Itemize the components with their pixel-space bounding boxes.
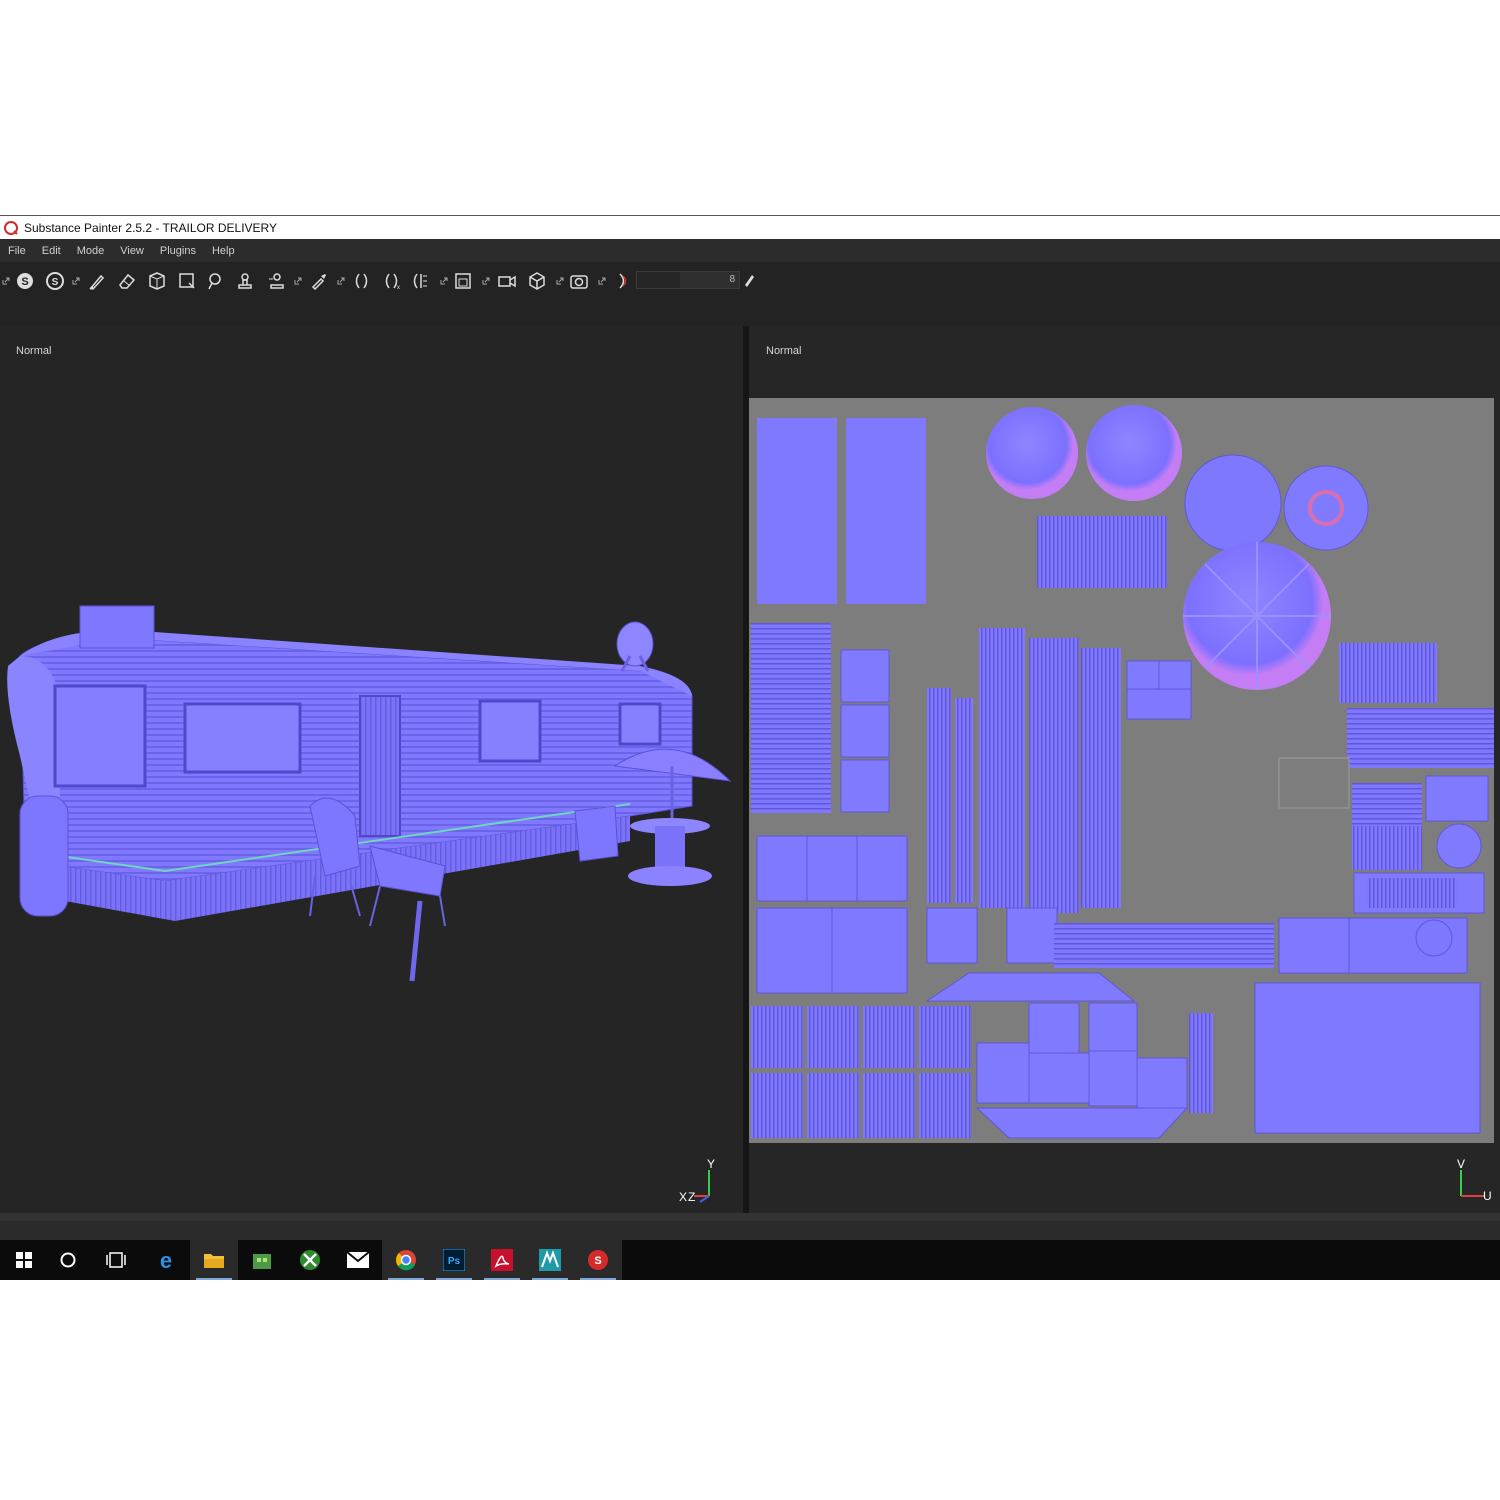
symmetry-x-icon[interactable]: x <box>380 270 402 292</box>
cortana-search-icon[interactable] <box>44 1240 92 1280</box>
projection-icon[interactable] <box>146 270 168 292</box>
brush-size-slider[interactable]: 8 <box>636 271 740 289</box>
task-view-icon[interactable] <box>92 1240 140 1280</box>
undock-icon[interactable] <box>72 272 80 285</box>
svg-text:Ps: Ps <box>448 1256 461 1267</box>
clone-icon[interactable] <box>234 270 256 292</box>
file-explorer-icon[interactable] <box>190 1240 238 1280</box>
undock-icon[interactable] <box>2 272 10 285</box>
brush-size-value: 8 <box>729 274 735 285</box>
uv-normal-map <box>749 398 1494 1143</box>
substance-painter-taskbar-icon[interactable]: S <box>574 1240 622 1280</box>
smudge-icon[interactable] <box>204 270 226 292</box>
paint-brush-icon[interactable] <box>86 270 108 292</box>
photoshop-icon[interactable]: Ps <box>430 1240 478 1280</box>
undock-icon[interactable] <box>598 272 606 285</box>
undock-icon[interactable] <box>294 272 302 285</box>
smart-material-icon[interactable]: S <box>14 270 36 292</box>
svg-text:X: X <box>679 1190 687 1204</box>
svg-text:S: S <box>52 277 59 288</box>
undock-icon[interactable] <box>556 272 564 285</box>
viewport-mode-icon[interactable] <box>452 270 474 292</box>
symmetry-y-icon[interactable] <box>408 270 430 292</box>
window-title: Substance Painter 2.5.2 - TRAILOR DELIVE… <box>24 220 278 235</box>
substance-icon[interactable]: S <box>44 270 66 292</box>
menu-view[interactable]: View <box>112 245 152 257</box>
svg-text:U: U <box>1483 1189 1492 1203</box>
menu-edit[interactable]: Edit <box>34 245 69 257</box>
pencil-icon[interactable] <box>742 271 756 289</box>
svg-text:x: x <box>397 285 400 291</box>
svg-text:Z: Z <box>688 1190 695 1204</box>
edge-browser-icon[interactable]: e <box>142 1240 190 1280</box>
xbox-icon[interactable] <box>286 1240 334 1280</box>
acrobat-icon[interactable] <box>478 1240 526 1280</box>
store-icon[interactable] <box>238 1240 286 1280</box>
viewport-2d[interactable]: Normal V U <box>749 326 1500 1213</box>
undock-icon[interactable] <box>482 272 490 285</box>
cube-icon[interactable] <box>526 270 548 292</box>
maya-icon[interactable] <box>526 1240 574 1280</box>
mail-icon[interactable] <box>334 1240 382 1280</box>
trailer-3d-model <box>7 605 732 982</box>
undock-icon[interactable] <box>440 272 448 285</box>
eraser-icon[interactable] <box>116 270 138 292</box>
clone-stamp-icon[interactable] <box>266 270 288 292</box>
menu-help[interactable]: Help <box>204 245 243 257</box>
svg-text:Y: Y <box>707 1158 715 1171</box>
svg-text:e: e <box>160 1249 172 1271</box>
half-moon-icon[interactable] <box>610 270 632 292</box>
status-strip <box>0 1213 1500 1240</box>
screenshot-icon[interactable] <box>568 270 590 292</box>
polygon-fill-icon[interactable] <box>176 270 198 292</box>
viewport-2d-channel: Normal <box>766 345 802 357</box>
svg-text:S: S <box>21 276 28 288</box>
menu-plugins[interactable]: Plugins <box>152 245 204 257</box>
title-bar: Substance Painter 2.5.2 - TRAILOR DELIVE… <box>0 215 1500 239</box>
svg-text:S: S <box>594 1255 601 1267</box>
app-window: Substance Painter 2.5.2 - TRAILOR DELIVE… <box>0 215 1500 1280</box>
windows-start-icon[interactable] <box>0 1240 48 1280</box>
menu-mode[interactable]: Mode <box>69 245 113 257</box>
undock-icon[interactable] <box>337 272 345 285</box>
camera-icon[interactable] <box>496 270 518 292</box>
symmetry-icon[interactable] <box>350 270 372 292</box>
menu-file[interactable]: File <box>0 245 34 257</box>
chrome-icon[interactable] <box>382 1240 430 1280</box>
toolbar: S S x 8 <box>0 262 1500 367</box>
menu-bar: File Edit Mode View Plugins Help <box>0 239 1500 262</box>
svg-text:V: V <box>1457 1158 1465 1171</box>
viewport-3d[interactable]: Normal Y X Z <box>0 326 743 1213</box>
axis-gizmo-3d: Y X Z <box>679 1158 715 1204</box>
color-picker-icon[interactable] <box>308 270 330 292</box>
taskbar: e Ps S <box>0 1240 1500 1280</box>
axis-gizmo-uv: V U <box>1457 1158 1492 1203</box>
substance-painter-icon <box>4 220 18 235</box>
